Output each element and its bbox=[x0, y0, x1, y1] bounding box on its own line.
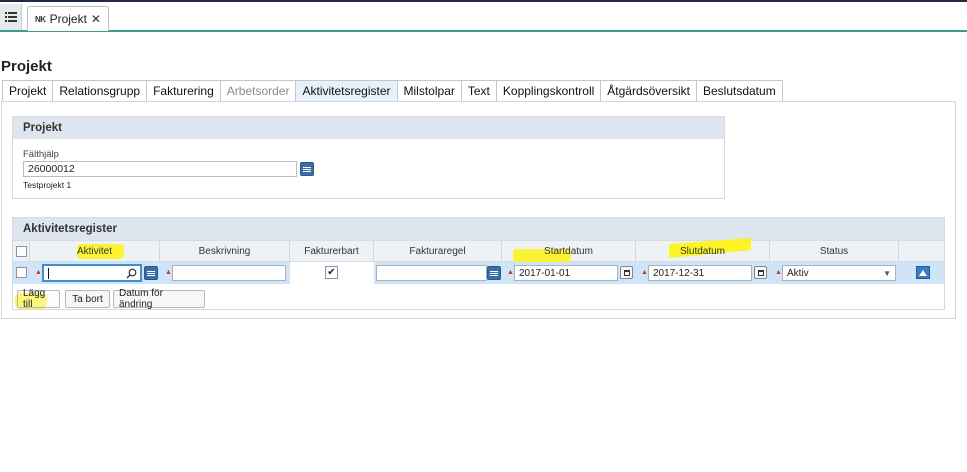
project-panel: Projekt Fälthjälp 26000012 Testprojekt 1 bbox=[12, 116, 725, 199]
tab-bar-accent-line bbox=[0, 30, 967, 32]
subtab-label: Arbetsorder bbox=[226, 84, 290, 98]
subtab-text[interactable]: Text bbox=[461, 80, 497, 102]
activity-panel: Aktivitetsregister Aktivitet Beskrivning… bbox=[12, 217, 945, 310]
change-date-button-label: Datum för ändring bbox=[119, 288, 163, 310]
subtab-atgardsoversikt[interactable]: Åtgärdsöversikt bbox=[601, 80, 697, 102]
text-cursor bbox=[48, 267, 49, 279]
menu-button[interactable] bbox=[0, 4, 22, 30]
subtab-label: Fakturering bbox=[153, 84, 214, 98]
chevron-down-icon[interactable]: ▼ bbox=[883, 269, 891, 278]
project-number-input[interactable]: 26000012 bbox=[23, 161, 297, 177]
required-marker: ▲ bbox=[507, 269, 514, 276]
table-row[interactable]: ▲ ▲ ✔ ▲ 2017-01-01 ▲ 2017-12-31 ▲ Aktiv … bbox=[13, 262, 944, 284]
column-header-actions bbox=[899, 241, 944, 262]
tab-projekt[interactable]: NK Projekt ✕ bbox=[27, 6, 109, 31]
subtab-label: Aktivitetsregister bbox=[302, 84, 391, 98]
row-select-checkbox[interactable] bbox=[16, 267, 27, 278]
fakturaregel-input[interactable] bbox=[376, 265, 487, 281]
remove-button[interactable]: Ta bort bbox=[65, 290, 110, 308]
column-label: Fakturerbart bbox=[304, 246, 359, 257]
subtab-label: Text bbox=[467, 84, 490, 98]
subtab-label: Kopplingskontroll bbox=[502, 84, 595, 98]
subtab-relationsgrupp[interactable]: Relationsgrupp bbox=[53, 80, 148, 102]
column-header-beskrivning[interactable]: Beskrivning bbox=[160, 241, 290, 262]
column-label: Startdatum bbox=[544, 246, 593, 257]
fakturerbart-checkbox[interactable]: ✔ bbox=[325, 266, 338, 279]
aktivitet-list-button[interactable] bbox=[144, 266, 158, 280]
select-all-checkbox[interactable] bbox=[15, 246, 27, 257]
subtab-label: Relationsgrupp bbox=[59, 84, 141, 98]
column-label: Fakturaregel bbox=[409, 246, 466, 257]
triangle-up-icon bbox=[919, 269, 927, 276]
list-menu-icon bbox=[4, 12, 17, 22]
header-select-cell bbox=[13, 241, 30, 262]
required-marker: ▲ bbox=[641, 269, 648, 276]
subtab-label: Beslutsdatum bbox=[702, 84, 776, 98]
remove-button-label: Ta bort bbox=[72, 293, 103, 305]
column-label: Slutdatum bbox=[679, 246, 726, 257]
column-header-aktivitet[interactable]: Aktivitet bbox=[30, 241, 160, 262]
subtab-label: Milstolpar bbox=[403, 84, 455, 98]
subtab-milstolpar[interactable]: Milstolpar bbox=[397, 80, 462, 102]
calendar-icon[interactable] bbox=[620, 266, 633, 279]
column-header-fakturaregel[interactable]: Fakturaregel bbox=[374, 241, 502, 262]
subtab-bar: Projekt Relationsgrupp Fakturering Arbet… bbox=[2, 80, 783, 102]
beskrivning-input[interactable] bbox=[172, 265, 286, 281]
column-header-startdatum[interactable]: Startdatum bbox=[502, 241, 636, 262]
add-button-label: Lägg till bbox=[23, 288, 46, 310]
column-label: Beskrivning bbox=[198, 246, 251, 257]
fakturaregel-list-button[interactable] bbox=[487, 266, 501, 280]
close-icon[interactable]: ✕ bbox=[91, 12, 101, 26]
tab-content-frame: Projekt Fälthjälp 26000012 Testprojekt 1… bbox=[1, 101, 956, 319]
subtab-beslutsdatum[interactable]: Beslutsdatum bbox=[696, 80, 783, 102]
required-marker: ▲ bbox=[775, 269, 782, 276]
subtab-kopplingskontroll[interactable]: Kopplingskontroll bbox=[496, 80, 602, 102]
field-help-label: Fälthjälp bbox=[23, 149, 59, 160]
add-button[interactable]: Lägg till bbox=[17, 288, 60, 310]
status-select[interactable]: Aktiv ▼ bbox=[782, 265, 896, 281]
required-marker: ▲ bbox=[165, 269, 172, 276]
column-header-fakturerbart[interactable]: Fakturerbart bbox=[290, 241, 374, 262]
tab-app-badge: NK bbox=[35, 14, 46, 24]
grid-header: Aktivitet Beskrivning Fakturerbart Faktu… bbox=[13, 238, 944, 262]
aktivitet-input[interactable] bbox=[42, 264, 142, 282]
list-icon bbox=[303, 166, 311, 172]
calendar-icon[interactable] bbox=[754, 266, 767, 279]
project-panel-title: Projekt bbox=[13, 117, 724, 139]
project-lookup-button[interactable] bbox=[300, 162, 314, 176]
change-date-button[interactable]: Datum för ändring bbox=[113, 288, 205, 310]
subtab-aktivitetsregister[interactable]: Aktivitetsregister bbox=[296, 80, 398, 102]
subtab-projekt[interactable]: Projekt bbox=[2, 80, 54, 102]
column-label: Aktivitet bbox=[76, 246, 112, 257]
column-header-status[interactable]: Status bbox=[770, 241, 899, 262]
activity-panel-title: Aktivitetsregister bbox=[13, 218, 944, 240]
project-description: Testprojekt 1 bbox=[23, 180, 72, 190]
list-icon bbox=[147, 270, 155, 276]
subtab-fakturering[interactable]: Fakturering bbox=[147, 80, 221, 102]
collapse-row-button[interactable] bbox=[916, 266, 930, 279]
fakturerbart-cell: ✔ bbox=[290, 262, 374, 284]
page-title: Projekt bbox=[1, 58, 52, 75]
status-value: Aktiv bbox=[787, 267, 809, 279]
column-label: Status bbox=[819, 246, 849, 257]
subtab-label: Projekt bbox=[9, 84, 47, 98]
subtab-arbetsorder: Arbetsorder bbox=[220, 80, 297, 102]
required-marker: ▲ bbox=[35, 269, 42, 276]
tab-bar bbox=[0, 2, 967, 32]
subtab-label: Åtgärdsöversikt bbox=[607, 84, 690, 98]
tab-title: Projekt bbox=[49, 12, 87, 26]
startdatum-input[interactable]: 2017-01-01 bbox=[514, 265, 618, 281]
slutdatum-input[interactable]: 2017-12-31 bbox=[648, 265, 752, 281]
search-icon[interactable] bbox=[126, 268, 137, 279]
column-header-slutdatum[interactable]: Slutdatum bbox=[636, 241, 770, 262]
list-icon bbox=[490, 270, 498, 276]
